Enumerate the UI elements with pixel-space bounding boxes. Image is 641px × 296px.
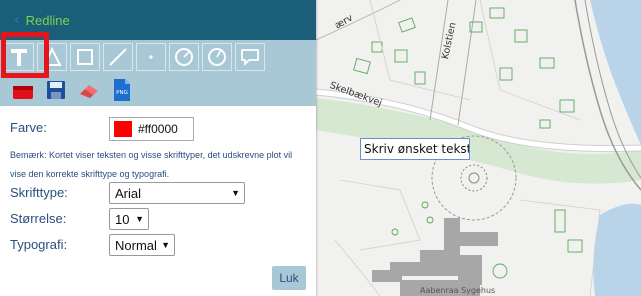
- line-tool-icon: [109, 48, 127, 66]
- rectangle-tool-button[interactable]: [70, 43, 100, 71]
- map-text-input[interactable]: Skriv ønsket tekst: [360, 138, 470, 160]
- point-tool-icon: [149, 55, 153, 59]
- hospital-buildings: [372, 218, 498, 296]
- color-hex-value[interactable]: #ff0000: [138, 122, 178, 136]
- close-button[interactable]: Luk: [272, 266, 306, 290]
- redline-toolbar: PNG: [0, 40, 316, 106]
- size-label: Størrelse:: [10, 211, 67, 226]
- roundabout-inner: [460, 164, 488, 192]
- text-tool-button[interactable]: [4, 43, 34, 71]
- map-label-building: Aabenraa Sygehus: [420, 286, 496, 295]
- eraser-icon: [80, 85, 98, 98]
- water-area-top: [590, 0, 641, 145]
- font-row: Skrifttype:: [10, 185, 68, 200]
- size-select-value: 10: [115, 211, 130, 227]
- chevron-down-icon: ▼: [135, 214, 144, 224]
- save-button[interactable]: [43, 77, 69, 103]
- radius-circle-tool-button[interactable]: [202, 43, 232, 71]
- road-aerv: [315, 0, 401, 41]
- radius-circle-tool-icon: [208, 48, 226, 66]
- text-settings-form: Farve: #ff0000 Bemærk: Kortet viser teks…: [0, 106, 316, 296]
- eraser-button[interactable]: [76, 77, 102, 103]
- style-select-value: Normal: [115, 237, 157, 253]
- font-select[interactable]: Arial ▼: [109, 182, 245, 204]
- speech-bubble-tool-button[interactable]: [235, 43, 265, 71]
- line-tool-button[interactable]: [103, 43, 133, 71]
- color-label: Farve:: [10, 120, 47, 135]
- drawing-tools-row: [0, 40, 268, 74]
- redline-panel: ‹ Redline PNG Farve: #ff0000 Bemærk: Kor…: [0, 0, 316, 296]
- color-row: Farve:: [10, 120, 47, 135]
- size-select[interactable]: 10 ▼: [109, 208, 149, 230]
- roundabout-center: [468, 172, 480, 184]
- png-export-icon: PNG: [114, 79, 130, 101]
- action-tools-row: PNG: [0, 74, 142, 106]
- save-icon: [47, 81, 65, 99]
- circle-tool-button[interactable]: [169, 43, 199, 71]
- chevron-left-icon[interactable]: ‹: [14, 12, 20, 28]
- delete-icon: [13, 86, 33, 99]
- style-label: Typografi:: [10, 237, 68, 252]
- circle-tool-icon: [175, 48, 193, 66]
- chevron-down-icon: ▼: [161, 240, 170, 250]
- road-kolstien-edge: [457, 0, 477, 126]
- color-picker[interactable]: #ff0000: [109, 117, 194, 141]
- font-label: Skrifttype:: [10, 185, 68, 200]
- rectangle-tool-icon: [77, 49, 93, 65]
- style-select[interactable]: Normal ▼: [109, 234, 175, 256]
- delete-button[interactable]: [10, 77, 36, 103]
- polygon-tool-icon: [43, 46, 62, 66]
- polygon-tool-button[interactable]: [37, 43, 67, 71]
- panel-title: Redline: [25, 12, 70, 28]
- panel-header: ‹ Redline: [0, 0, 316, 40]
- text-tool-icon: [11, 49, 27, 66]
- png-label: PNG: [116, 90, 128, 96]
- font-note: Bemærk: Kortet viser teksten og visse sk…: [10, 150, 293, 179]
- speech-bubble-tool-icon: [241, 49, 259, 67]
- png-export-button[interactable]: PNG: [109, 77, 135, 103]
- color-swatch[interactable]: [114, 121, 132, 137]
- water-area-bottom: [593, 203, 641, 296]
- point-tool-button[interactable]: [136, 43, 166, 71]
- style-row: Typografi:: [10, 237, 67, 252]
- chevron-down-icon: ▼: [231, 188, 240, 198]
- font-select-value: Arial: [115, 185, 142, 201]
- road-kolstien: [429, 0, 449, 121]
- size-row: Størrelse:: [10, 211, 66, 226]
